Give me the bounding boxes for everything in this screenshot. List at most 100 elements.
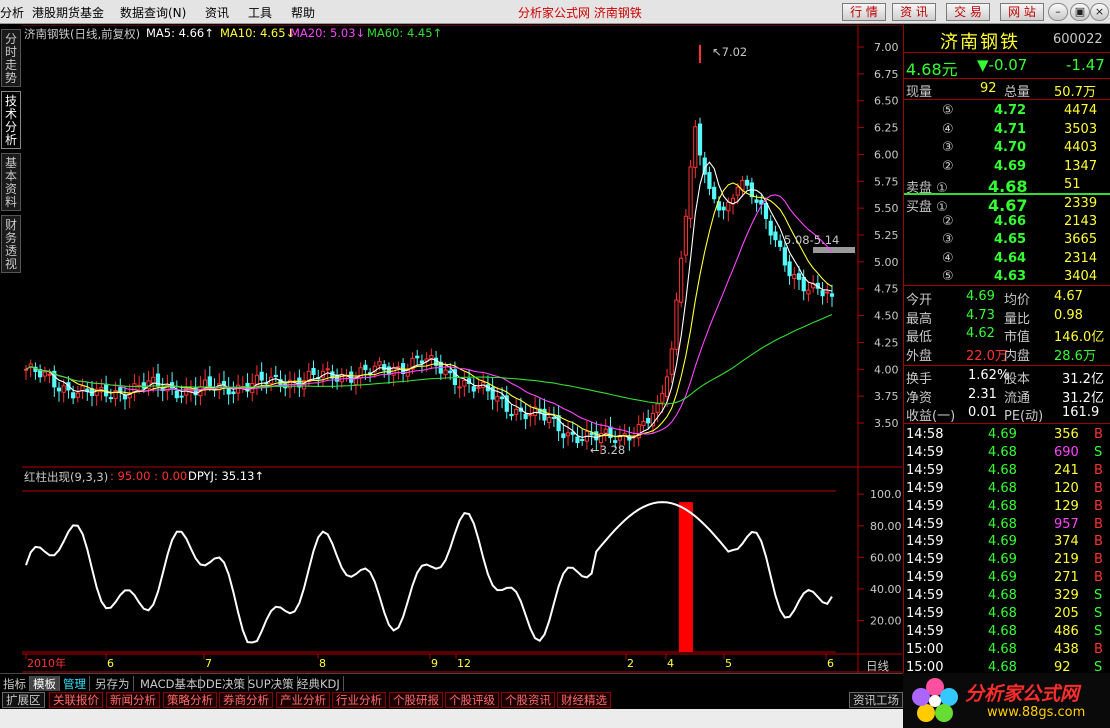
tab-stock-news[interactable]: 个股资讯 [501,692,555,708]
menu-hk-futures[interactable]: 港股期货基金 [32,4,104,21]
stat-label: 换手 [906,372,933,387]
ma20-legend: MA20: 5.03↓ [290,26,366,40]
quote-button[interactable]: 行 情 [842,3,886,21]
tick-volume: 120 [1054,480,1079,496]
tick-time: 14:58 [906,427,944,442]
tab-stock-rating[interactable]: 个股评级 [445,692,499,708]
candle-body [108,397,113,400]
tab-save-as[interactable]: 另存为 [92,676,134,692]
candle-body [589,432,594,436]
chart-area[interactable]: 7.00 6.75 6.50 6.25 6.00 5.75 5.50 5.25 5.00 4.75… [22,25,902,691]
candle-body [448,370,453,374]
buy-level-label: ④ [942,250,954,266]
tab-technical[interactable]: 技术分析 [1,91,21,149]
tick-price: 4.69 [988,552,1017,568]
website-button[interactable]: 网 站 [1000,3,1044,21]
tick-price: 4.68 [988,480,1017,496]
dpyj-line [25,501,833,644]
window-title: 分析家公式网 济南钢铁 [518,6,642,20]
sell-level-label: ② [942,158,954,174]
tab-finance-picks[interactable]: 财经精选 [557,692,611,708]
candle-body [509,413,514,417]
tick-side: B [1094,498,1103,514]
tab-financials[interactable]: 财务透视 [1,215,21,273]
candle-body [646,418,651,424]
y-tick-label: 5.75 [874,175,899,188]
tick-price: 4.69 [988,534,1017,550]
candle-body [796,273,802,280]
buy-volume: 3404 [1064,268,1098,284]
menu-news[interactable]: 资讯 [205,4,229,21]
tab-manage[interactable]: 管理 [60,676,90,692]
tab-sector-analysis[interactable]: 行业分析 [332,692,386,708]
ma5-line [25,161,833,439]
price-band-marker [813,247,855,253]
restore-icon[interactable]: ▣ [1070,3,1090,21]
tab-intraday[interactable]: 分时走势 [1,29,21,87]
candle-body [712,186,717,200]
candle-body [75,392,80,398]
candle-body [419,360,425,364]
tick-side: S [1094,444,1103,460]
quote-panel: 济南钢铁 600022 4.68元 ▼-0.07 -1.47 现量 92 总量 … [903,25,1110,675]
info-button[interactable]: 资 讯 [892,3,936,21]
zongliang-value: 50.7万 [1054,85,1096,100]
stat-label: 内盘 [1004,348,1031,364]
tick-volume: 241 [1054,462,1079,478]
candle-body [179,395,184,398]
tab-news-analysis[interactable]: 新闻分析 [106,692,160,708]
stat-label: 市值 [1004,330,1031,345]
candle-body [683,215,688,256]
tick-volume: 271 [1054,570,1079,586]
tab-sup[interactable]: SUP决策 [245,676,298,692]
stat-value: 31.2亿 [1062,372,1104,387]
sell-volume: 4474 [1064,103,1098,118]
menu-help[interactable]: 帮助 [291,4,315,21]
sub-tick-label: 20.00 [870,614,902,627]
tick-volume: 129 [1054,498,1079,514]
tick-side: B [1094,552,1103,568]
stat-label: 外盘 [906,348,933,364]
tab-related-quotes[interactable]: 关联报价 [49,692,103,708]
candle-body [763,202,769,219]
menu-analysis[interactable]: 分析 [0,4,24,21]
menu-tools[interactable]: 工具 [248,4,272,21]
tick-price: 4.68 [988,516,1017,532]
candle-body [132,383,137,393]
candle-body [523,413,528,420]
candle-body [745,179,750,186]
buy-volume: 3665 [1064,232,1098,248]
band-annotation: 5.08-5.14 [784,233,840,247]
tab-template[interactable]: 模板 [30,676,60,692]
tab-indicator[interactable]: 指标 [0,676,30,692]
menu-data-query[interactable]: 数据查询(N) [120,4,186,21]
stat-label: 最低 [906,330,933,345]
candle-body [829,293,835,297]
tab-info-workshop[interactable]: 资讯工场 [849,692,903,708]
tick-side: B [1094,534,1103,550]
buy-volume: 2339 [1064,196,1098,211]
candle-body [561,433,566,439]
tab-broker-analysis[interactable]: 券商分析 [219,692,273,708]
stat-value: 4.73 [966,307,995,323]
buy-level-label: ② [942,214,954,230]
kline-chart[interactable]: 7.00 6.75 6.50 6.25 6.00 5.75 5.50 5.25 5.00 4.75… [22,25,902,673]
stat-value: 4.69 [966,289,995,304]
tab-fundamentals[interactable]: 基本资料 [1,153,21,211]
tick-time: 14:59 [906,588,944,604]
tab-macd[interactable]: MACD基本 [137,676,202,692]
minimize-icon[interactable]: – [1048,3,1068,21]
tab-dde[interactable]: DDE决策 [194,676,249,692]
y-tick-label: 6.50 [874,95,899,108]
tab-extension[interactable]: 扩展区 [2,692,45,708]
trade-button[interactable]: 交 易 [946,3,990,21]
tick-volume: 486 [1054,623,1079,639]
tab-industry-chain[interactable]: 产业分析 [276,692,330,708]
tab-stock-research[interactable]: 个股研报 [389,692,443,708]
tab-kdj[interactable]: 经典KDJ [294,676,344,692]
close-icon[interactable]: × [1090,3,1109,21]
tab-strategy-analysis[interactable]: 策略分析 [163,692,217,708]
tick-price: 4.68 [988,444,1017,460]
candle-body [641,420,646,426]
period-label[interactable]: 日线 [866,658,889,674]
